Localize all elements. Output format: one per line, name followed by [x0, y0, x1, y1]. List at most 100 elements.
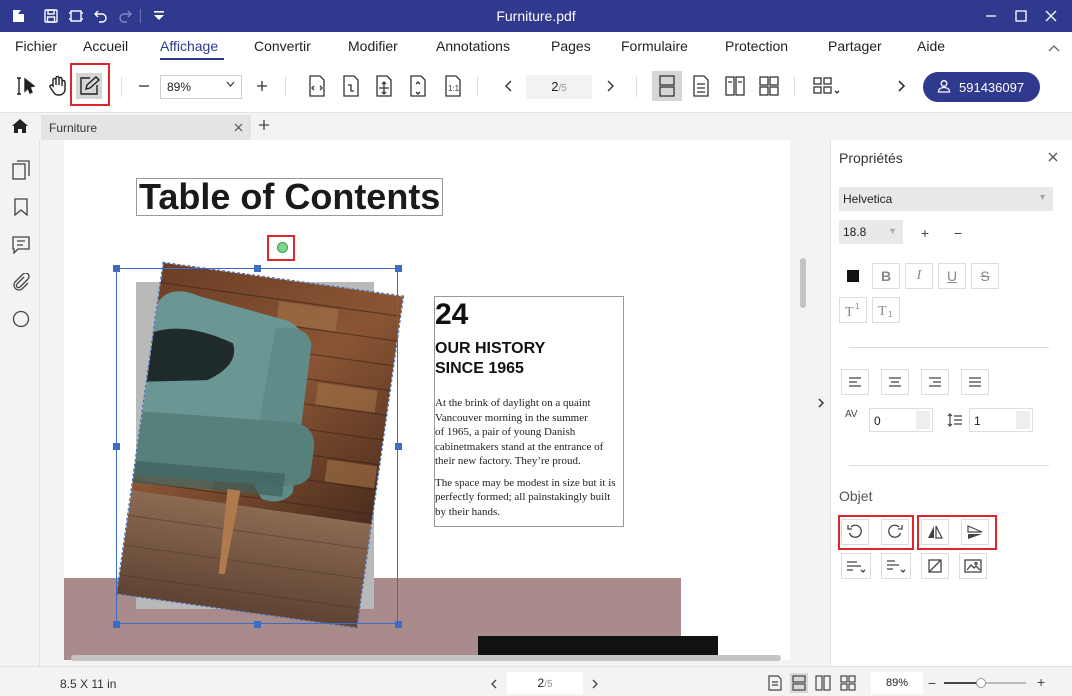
menu-aide[interactable]: Aide: [917, 38, 945, 54]
menu-annotations[interactable]: Annotations: [436, 38, 510, 54]
expand-icon[interactable]: [889, 73, 915, 99]
align-justify-icon[interactable]: [961, 369, 989, 395]
search-panel-icon[interactable]: [11, 309, 31, 329]
stepper[interactable]: [1016, 411, 1030, 429]
document-viewport[interactable]: Table of Contents 24 OUR HISTORY SINCE 1…: [40, 140, 830, 666]
single-page-icon[interactable]: [652, 71, 682, 101]
superscript-icon[interactable]: T1: [839, 297, 867, 323]
image-selection-box[interactable]: [116, 268, 398, 624]
status-zoom-field[interactable]: 89%: [871, 672, 923, 694]
status-zoom-in-icon[interactable]: +: [1037, 674, 1045, 690]
document-title[interactable]: Table of Contents: [136, 178, 444, 216]
maximize-icon[interactable]: [1009, 4, 1033, 28]
decrease-font-icon[interactable]: −: [944, 220, 972, 246]
menu-protection[interactable]: Protection: [725, 38, 788, 54]
bold-button[interactable]: B: [872, 263, 900, 289]
fit-width-icon[interactable]: [304, 73, 330, 99]
status-page-field[interactable]: 2/5: [507, 672, 583, 694]
page-height-icon[interactable]: [405, 73, 431, 99]
menu-pages[interactable]: Pages: [551, 38, 591, 54]
font-size-select[interactable]: 18.8 ▼: [839, 220, 903, 244]
user-account-button[interactable]: 591436097: [923, 72, 1040, 102]
distribute-objects-icon[interactable]: [881, 553, 911, 579]
collapse-ribbon-icon[interactable]: [1048, 41, 1060, 56]
home-icon[interactable]: [11, 118, 29, 137]
panel-close-icon[interactable]: [1048, 149, 1058, 166]
resize-handle-nw[interactable]: [113, 265, 120, 272]
print-icon[interactable]: [67, 7, 85, 25]
attachment-icon[interactable]: [11, 272, 31, 292]
status-prev-page-icon[interactable]: [491, 677, 497, 692]
history-text-block[interactable]: 24 OUR HISTORY SINCE 1965 At the brink o…: [434, 296, 624, 527]
status-single-page-icon[interactable]: [790, 673, 808, 693]
resize-handle-ne[interactable]: [395, 265, 402, 272]
zoom-out-icon[interactable]: [131, 73, 157, 99]
grid-icon[interactable]: [810, 73, 844, 99]
hand-icon[interactable]: [45, 73, 71, 99]
align-center-icon[interactable]: [881, 369, 909, 395]
comment-icon[interactable]: [11, 235, 31, 255]
quick-access-dropdown-icon[interactable]: [150, 7, 168, 25]
plus-icon[interactable]: [258, 119, 270, 134]
horizontal-scrollbar[interactable]: [71, 655, 781, 661]
zoom-select[interactable]: 89%: [160, 75, 242, 99]
resize-handle-sw[interactable]: [113, 621, 120, 628]
status-zoom-out-icon[interactable]: −: [928, 675, 936, 691]
zoom-slider[interactable]: [944, 678, 1026, 688]
tab-furniture[interactable]: Furniture: [41, 115, 251, 141]
vertical-scrollbar[interactable]: [800, 258, 806, 308]
menu-accueil[interactable]: Accueil: [83, 38, 128, 54]
status-continuous-icon[interactable]: [768, 675, 782, 694]
menu-fichier[interactable]: Fichier: [15, 38, 57, 54]
redo-icon[interactable]: [116, 7, 134, 25]
next-page-icon[interactable]: [598, 73, 624, 99]
resize-handle-e[interactable]: [395, 443, 402, 450]
menu-formulaire[interactable]: Formulaire: [621, 38, 688, 54]
resize-handle-w[interactable]: [113, 443, 120, 450]
select-icon[interactable]: [13, 73, 39, 99]
resize-handle-s[interactable]: [254, 621, 261, 628]
resize-handle-n[interactable]: [254, 265, 261, 272]
stepper[interactable]: [916, 411, 930, 429]
font-family-select[interactable]: Helvetica ▼: [839, 187, 1053, 211]
one-to-one-icon[interactable]: 1:1: [440, 73, 466, 99]
pdf-page[interactable]: Table of Contents 24 OUR HISTORY SINCE 1…: [64, 140, 790, 660]
tab-close-icon[interactable]: [234, 120, 243, 135]
text-color-swatch[interactable]: [839, 263, 867, 289]
increase-font-icon[interactable]: +: [911, 220, 939, 246]
menu-partager[interactable]: Partager: [828, 38, 882, 54]
actual-size-icon[interactable]: [371, 73, 397, 99]
menu-convertir[interactable]: Convertir: [254, 38, 311, 54]
italic-button[interactable]: I: [905, 263, 933, 289]
status-grid-icon[interactable]: [840, 675, 856, 694]
status-two-page-icon[interactable]: [815, 675, 831, 694]
strikethrough-button[interactable]: S: [971, 263, 999, 289]
expand-right-panel-icon[interactable]: [818, 398, 825, 411]
page-number-field[interactable]: 2/5: [526, 75, 592, 99]
zoom-in-icon[interactable]: [249, 73, 275, 99]
undo-icon[interactable]: [92, 7, 110, 25]
crop-image-icon[interactable]: [921, 553, 949, 579]
bookmark-icon[interactable]: [11, 197, 31, 217]
line-spacing-input[interactable]: 1: [969, 408, 1033, 432]
underline-button[interactable]: U: [938, 263, 966, 289]
subscript-icon[interactable]: T1: [872, 297, 900, 323]
close-icon[interactable]: [1039, 4, 1063, 28]
menu-affichage[interactable]: Affichage: [160, 38, 218, 54]
zoom-slider-knob[interactable]: [975, 678, 986, 688]
align-objects-icon[interactable]: [841, 553, 871, 579]
align-left-icon[interactable]: [841, 369, 869, 395]
resize-handle-se[interactable]: [395, 621, 402, 628]
replace-image-icon[interactable]: [959, 553, 987, 579]
menu-modifier[interactable]: Modifier: [348, 38, 398, 54]
minimize-icon[interactable]: [979, 4, 1003, 28]
status-next-page-icon[interactable]: [592, 677, 598, 692]
save-icon[interactable]: [42, 7, 60, 25]
thumbnails-icon[interactable]: [11, 160, 31, 180]
prev-page-icon[interactable]: [495, 73, 521, 99]
two-page-icon[interactable]: [722, 73, 748, 99]
two-page-continuous-icon[interactable]: [756, 73, 782, 99]
align-right-icon[interactable]: [921, 369, 949, 395]
fit-page-icon[interactable]: [338, 73, 364, 99]
char-spacing-input[interactable]: 0: [869, 408, 933, 432]
